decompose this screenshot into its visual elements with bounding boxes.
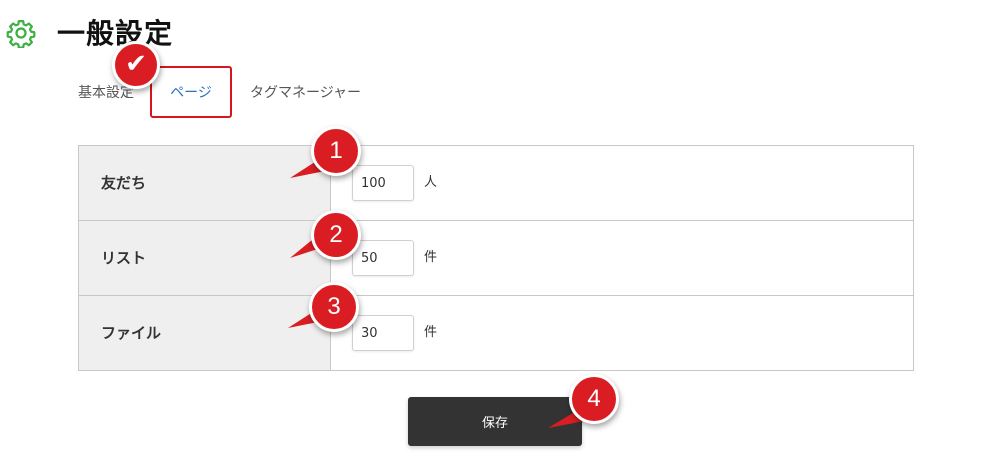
tab-page[interactable]: ページ xyxy=(150,66,232,118)
row-label-list: リスト xyxy=(79,221,331,295)
check-annotation-icon: ✔ xyxy=(112,41,160,89)
row-unit-friends: 人 xyxy=(424,175,438,190)
save-button[interactable]: 保存 xyxy=(408,397,582,446)
annotation-marker-4: 4 xyxy=(569,374,619,424)
annotation-marker-1: 1 xyxy=(311,126,361,176)
gear-icon xyxy=(6,20,36,48)
settings-row-file: ファイル 件 xyxy=(79,296,913,370)
row-label-friends: 友だち xyxy=(79,146,331,220)
annotation-marker-3: 3 xyxy=(309,282,359,332)
row-unit-file: 件 xyxy=(424,325,438,340)
settings-table: 友だち 人 リスト 件 ファイル 件 xyxy=(78,145,914,371)
list-per-page-input[interactable] xyxy=(352,240,414,276)
row-unit-list: 件 xyxy=(424,250,438,265)
file-per-page-input[interactable] xyxy=(352,315,414,351)
page-title: 一般設定 xyxy=(57,17,174,50)
row-label-file: ファイル xyxy=(79,296,331,370)
friends-per-page-input[interactable] xyxy=(352,165,414,201)
tab-tag-manager[interactable]: タグマネージャー xyxy=(250,72,361,118)
settings-row-list: リスト 件 xyxy=(79,221,913,296)
settings-row-friends: 友だち 人 xyxy=(79,146,913,221)
annotation-marker-2: 2 xyxy=(311,210,361,260)
